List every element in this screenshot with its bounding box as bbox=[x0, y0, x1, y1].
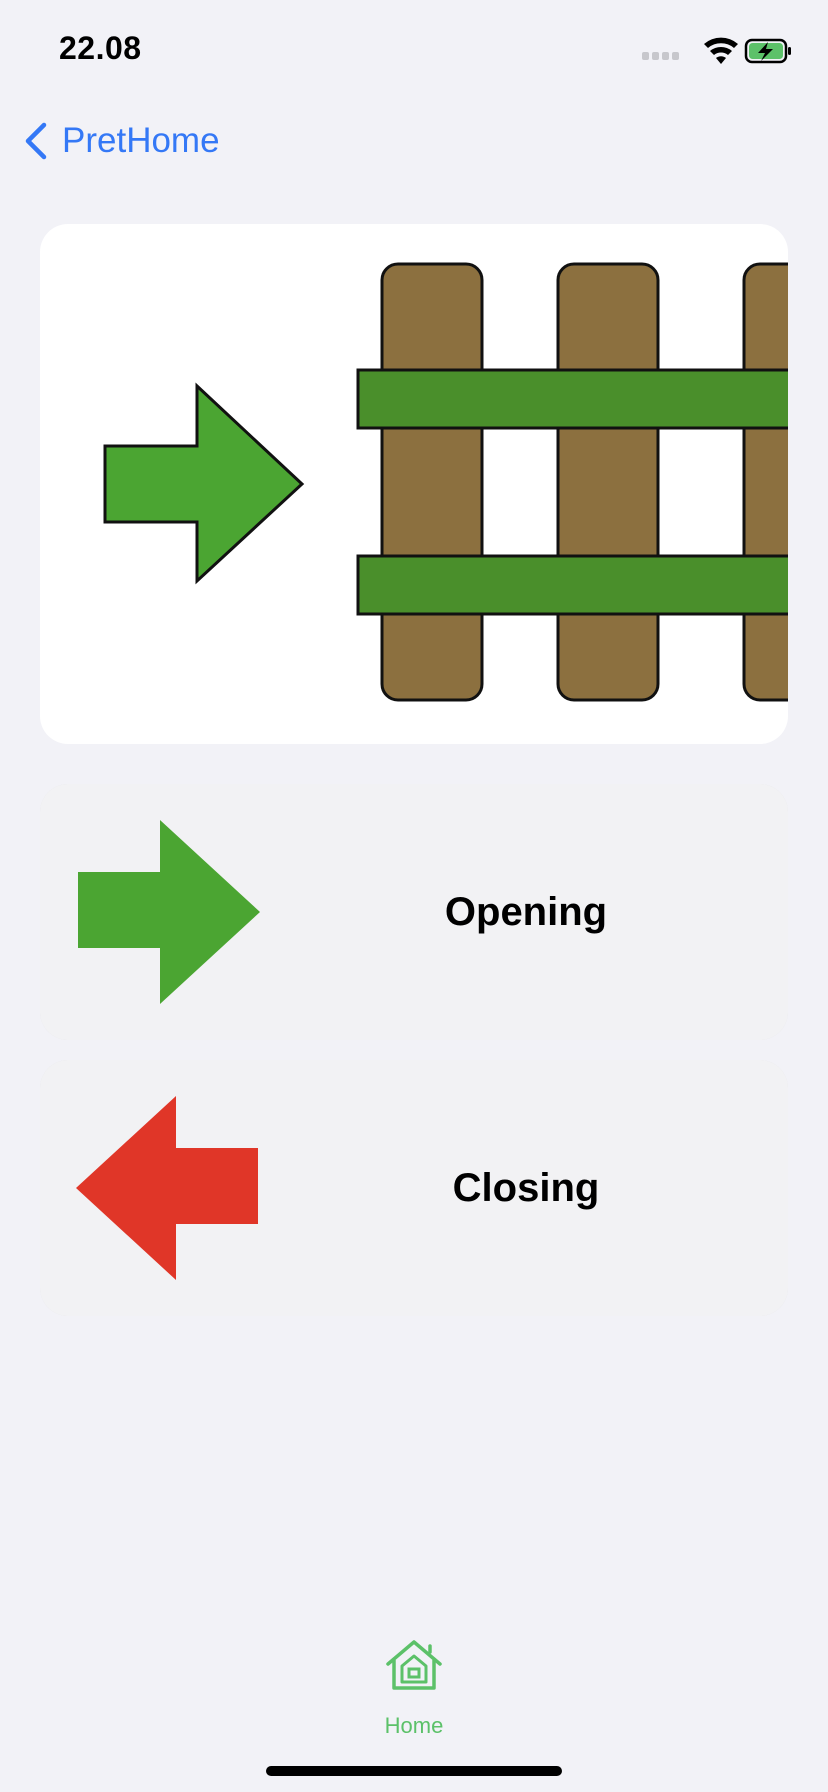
fence-icon bbox=[356, 262, 788, 702]
back-button[interactable]: PretHome bbox=[22, 115, 220, 167]
closing-button[interactable]: Closing bbox=[40, 1060, 788, 1316]
home-icon bbox=[386, 1640, 442, 1690]
tab-home-label: Home bbox=[384, 1713, 444, 1738]
status-bar: 22.08 bbox=[0, 0, 828, 100]
wifi-icon bbox=[704, 37, 738, 64]
opening-button[interactable]: Opening bbox=[40, 784, 788, 1040]
status-time: 22.08 bbox=[59, 30, 142, 66]
chevron-left-icon bbox=[25, 122, 47, 160]
right-arrow-icon bbox=[103, 382, 305, 585]
left-arrow-icon bbox=[76, 1096, 258, 1280]
signal-icon bbox=[642, 52, 679, 60]
gate-illustration bbox=[103, 262, 788, 702]
right-arrow-icon bbox=[78, 820, 260, 1004]
home-indicator bbox=[266, 1766, 562, 1776]
closing-label: Closing bbox=[452, 1165, 600, 1210]
battery-icon bbox=[744, 38, 791, 64]
tab-home[interactable]: Home bbox=[364, 1638, 464, 1738]
status-icons bbox=[642, 37, 791, 64]
back-label: PretHome bbox=[62, 121, 220, 160]
opening-label: Opening bbox=[444, 889, 608, 934]
gate-illustration-card bbox=[40, 224, 788, 744]
